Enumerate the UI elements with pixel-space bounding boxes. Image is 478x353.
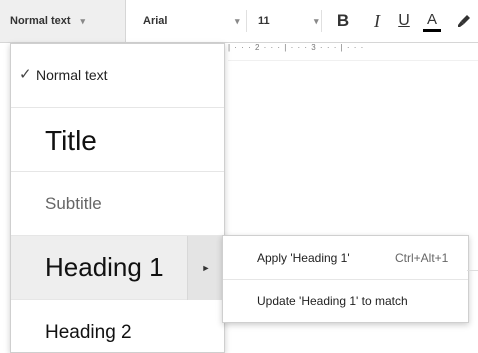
toolbar-divider <box>321 10 322 32</box>
update-heading-1-item[interactable]: Update 'Heading 1' to match <box>223 279 468 322</box>
ruler: | · · · 2 · · · | · · · 3 · · · | · · · <box>228 43 365 52</box>
font-family-value: Arial <box>143 15 168 27</box>
text-color-button[interactable]: A <box>421 10 443 32</box>
chevron-down-icon: ▾ <box>80 15 86 26</box>
underline-icon: U <box>398 12 410 29</box>
chevron-down-icon: ▾ <box>235 15 240 26</box>
check-icon: ✓ <box>19 66 32 83</box>
formatting-toolbar: Normal text ▾ Arial ▾ 11 ▾ B I U A <box>0 0 478 43</box>
menu-item-label: Heading 1 <box>45 252 164 282</box>
submenu-arrow-button[interactable]: ► <box>187 236 224 300</box>
bold-icon: B <box>336 11 350 30</box>
menu-item-subtitle[interactable]: Subtitle <box>11 172 224 236</box>
menu-item-normal-text[interactable]: ✓ Normal text <box>11 44 224 108</box>
paragraph-style-select[interactable]: Normal text ▾ <box>0 0 126 42</box>
update-heading-1-label: Update 'Heading 1' to match <box>257 294 408 308</box>
apply-heading-1-item[interactable]: Apply 'Heading 1' Ctrl+Alt+1 <box>223 236 468 280</box>
italic-icon: I <box>374 10 380 31</box>
font-size-value: 11 <box>258 15 270 27</box>
paragraph-style-value: Normal text <box>10 15 71 27</box>
apply-heading-1-label: Apply 'Heading 1' <box>257 251 350 265</box>
menu-item-heading-1[interactable]: Heading 1 ► <box>11 236 224 300</box>
menu-item-label: Normal text <box>36 67 108 83</box>
menu-item-label: Heading 2 <box>45 322 132 343</box>
document-edge <box>228 60 478 61</box>
toolbar-divider <box>246 10 247 32</box>
menu-item-label: Title <box>45 125 97 156</box>
paragraph-style-menu: ✓ Normal text Title Subtitle Heading 1 ►… <box>10 43 225 353</box>
menu-item-label: Subtitle <box>45 194 102 213</box>
menu-item-heading-2[interactable]: Heading 2 <box>11 300 224 352</box>
underline-button[interactable]: U <box>393 10 415 32</box>
chevron-down-icon: ▾ <box>314 15 319 26</box>
text-color-icon: A <box>426 10 437 28</box>
italic-button[interactable]: I <box>366 10 388 32</box>
bold-button[interactable]: B <box>332 10 354 32</box>
text-color-swatch <box>423 28 441 32</box>
paint-format-icon <box>458 15 470 27</box>
font-size-select[interactable]: 11 ▾ <box>258 0 319 42</box>
heading-1-submenu: Apply 'Heading 1' Ctrl+Alt+1 Update 'Hea… <box>222 235 469 323</box>
menu-item-title[interactable]: Title <box>11 108 224 172</box>
font-family-select[interactable]: Arial ▾ <box>143 0 243 42</box>
document-edge <box>467 270 478 271</box>
chevron-right-icon: ► <box>201 263 211 273</box>
apply-heading-1-shortcut: Ctrl+Alt+1 <box>395 251 449 265</box>
paint-format-button[interactable] <box>452 10 476 32</box>
